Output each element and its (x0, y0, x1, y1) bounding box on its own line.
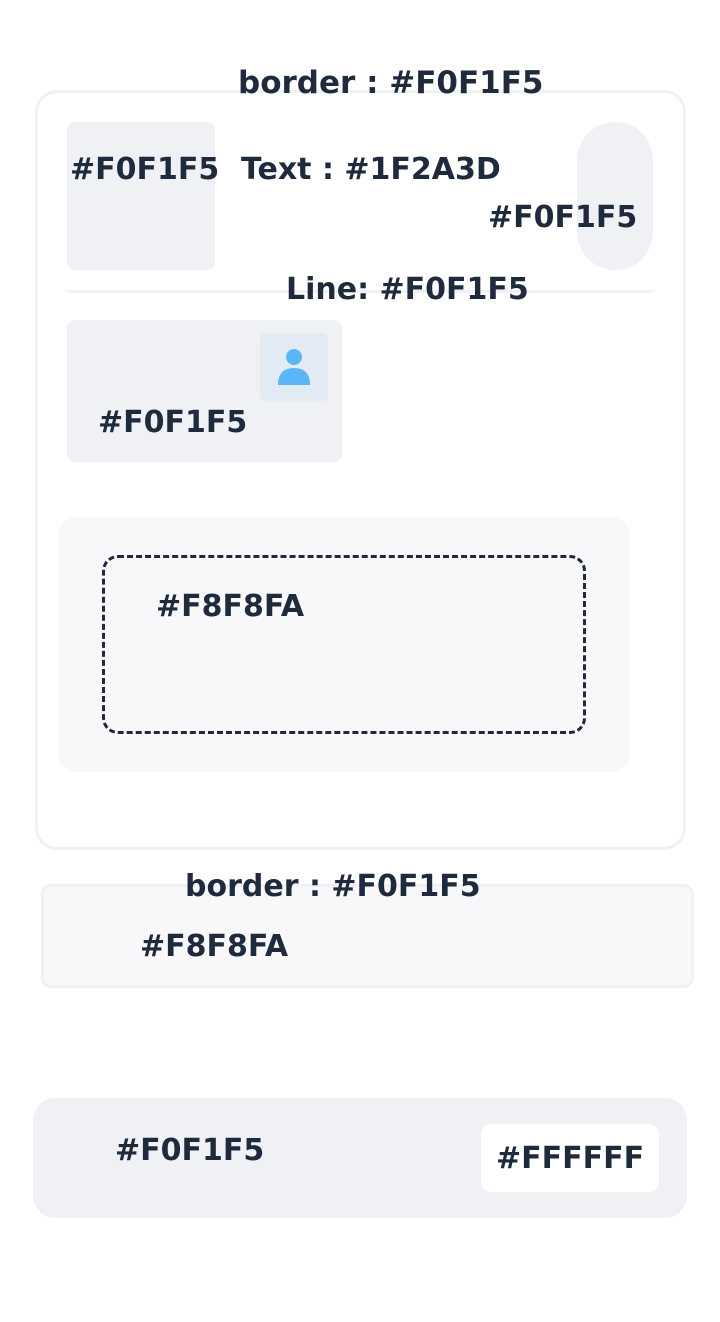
card3-fill-label: #F0F1F5 (115, 1133, 265, 1168)
card-border-label: border : #F0F1F5 (238, 65, 544, 101)
card2-fill-label: #F8F8FA (140, 929, 289, 964)
square-label: #F0F1F5 (70, 152, 220, 187)
avatar-card-label: #F0F1F5 (98, 405, 248, 440)
dropzone-label: #F8F8FA (156, 589, 305, 624)
text-color-label: Text : #1F2A3D (241, 152, 501, 187)
avatar (260, 333, 328, 401)
dashed-dropzone[interactable] (102, 555, 586, 734)
divider-label: Line: #F0F1F5 (286, 272, 529, 307)
square-swatch (67, 122, 215, 270)
pill-swatch (577, 122, 653, 270)
card2-border-label: border : #F0F1F5 (185, 869, 481, 904)
chip-label: #FFFFFF (496, 1141, 645, 1176)
pill-label: #F0F1F5 (488, 200, 638, 235)
user-icon (278, 349, 310, 385)
